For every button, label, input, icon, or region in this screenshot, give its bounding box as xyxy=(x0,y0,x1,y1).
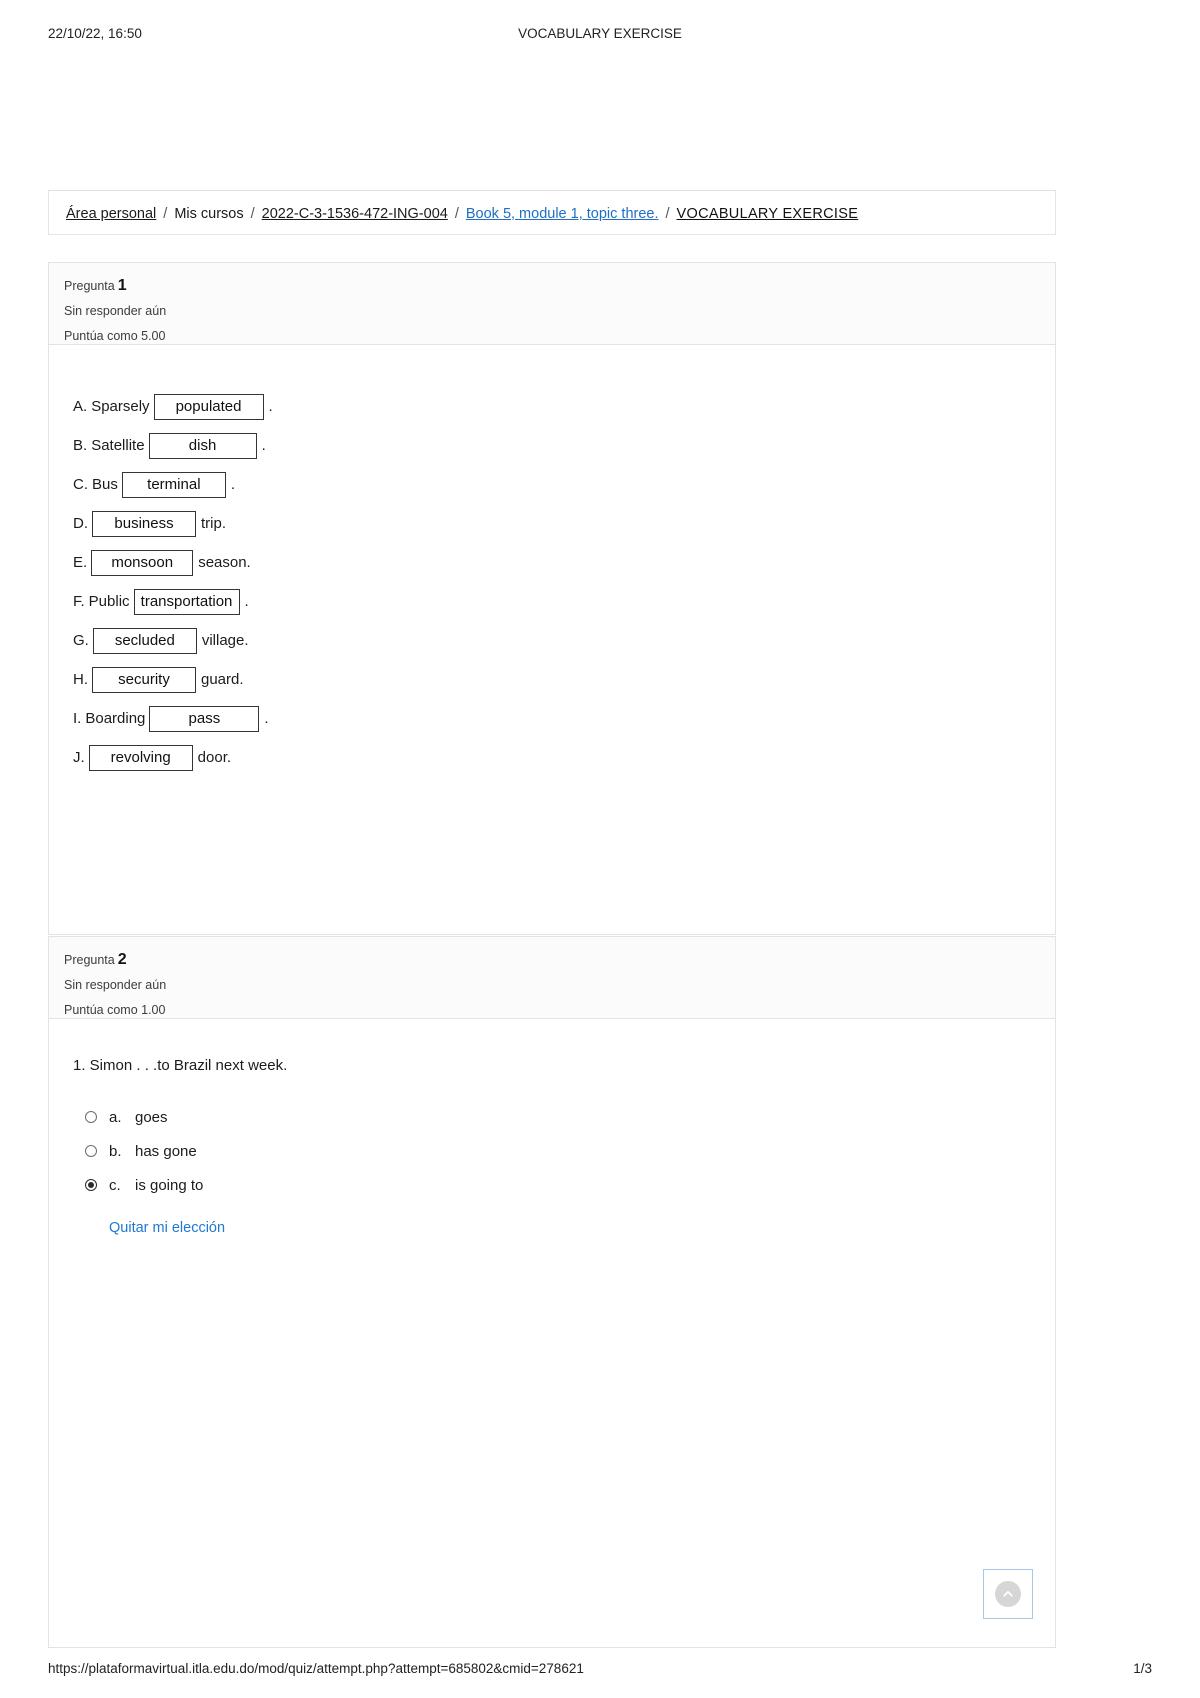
gapfill-answer-input[interactable]: dish xyxy=(148,432,257,459)
question-number-value-1: 1 xyxy=(117,277,127,294)
gapfill-suffix-text: . xyxy=(268,398,273,415)
gapfill-suffix-text: season. xyxy=(198,554,251,571)
breadcrumb-separator: / xyxy=(454,206,459,222)
gapfill-row: D. business trip. xyxy=(73,504,1055,543)
multichoice-option[interactable]: b. has gone xyxy=(73,1134,1055,1168)
gapfill-prefix-text: Satellite xyxy=(91,437,145,454)
gapfill-row: G. secluded village. xyxy=(73,621,1055,660)
question-grade-1: Puntúa como 5.00 xyxy=(64,329,166,343)
multichoice-option[interactable]: a. goes xyxy=(73,1100,1055,1134)
option-letter: a. xyxy=(109,1108,122,1126)
gapfill-suffix-text: village. xyxy=(201,632,249,649)
breadcrumb-item-2[interactable]: Mis cursos xyxy=(174,206,243,222)
radio-button-icon[interactable] xyxy=(85,1145,97,1157)
gapfill-row: F. Public transportation. xyxy=(73,582,1055,621)
gapfill-row: B. Satellite dish. xyxy=(73,426,1055,465)
gapfill-suffix-text: guard. xyxy=(201,671,244,688)
gapfill-item-letter: A. xyxy=(73,398,88,415)
question-body-2: 1. Simon . . .to Brazil next week. a. goe… xyxy=(49,1019,1055,1236)
gapfill-suffix-text: . xyxy=(244,593,249,610)
question-info-1: Pregunta 1 Sin responder aún Puntúa como … xyxy=(49,263,1055,345)
question-number-label-1: Pregunta 1 xyxy=(64,277,1055,295)
print-footer-url: https://plataformavirtual.itla.edu.do/mo… xyxy=(48,1661,584,1676)
print-page-title: VOCABULARY EXERCISE xyxy=(518,26,682,41)
question-info-2: Pregunta 2 Sin responder aún Puntúa como … xyxy=(49,937,1055,1019)
option-text: is going to xyxy=(135,1176,204,1194)
gapfill-answer-input[interactable]: populated xyxy=(153,393,264,420)
question-block-2: Pregunta 2 Sin responder aún Puntúa como … xyxy=(48,936,1056,1648)
option-text: has gone xyxy=(135,1142,197,1160)
radio-button-icon[interactable] xyxy=(85,1179,97,1191)
question-grade-2: Puntúa como 1.00 xyxy=(64,1003,166,1017)
gapfill-suffix-text: trip. xyxy=(201,515,227,532)
gapfill-item-letter: J. xyxy=(73,749,85,766)
gapfill-answer-input[interactable]: transportation xyxy=(133,588,240,615)
breadcrumb: Área personal / Mis cursos / 2022-C-3-1536-4… xyxy=(66,206,858,222)
gapfill-row: C. Bus terminal. xyxy=(73,465,1055,504)
gapfill-answer-input[interactable]: business xyxy=(92,510,196,537)
gapfill-answer-input[interactable]: secluded xyxy=(92,627,197,654)
gapfill-row: J. revolving door. xyxy=(73,738,1055,777)
gapfill-answer-input[interactable]: pass xyxy=(149,705,260,732)
gapfill-suffix-text: . xyxy=(264,710,269,727)
breadcrumb-card: Área personal / Mis cursos / 2022-C-3-1536-4… xyxy=(48,190,1056,235)
question-body-1: A. Sparsely populated. B. Satellite dish. C. Bu… xyxy=(49,345,1055,777)
gapfill-prefix-text: Public xyxy=(88,593,130,610)
chevron-up-icon xyxy=(995,1581,1021,1607)
gapfill-row: H. security guard. xyxy=(73,660,1055,699)
question-number-word-1: Pregunta xyxy=(64,279,115,293)
gapfill-row: A. Sparsely populated. xyxy=(73,387,1055,426)
question-stem-2: 1. Simon . . .to Brazil next week. xyxy=(73,1057,288,1074)
gapfill-item-letter: H. xyxy=(73,671,88,688)
breadcrumb-item-4[interactable]: Book 5, module 1, topic three. xyxy=(466,206,659,222)
breadcrumb-item-5: VOCABULARY EXERCISE xyxy=(676,206,859,222)
gapfill-list: A. Sparsely populated. B. Satellite dish. C. Bu… xyxy=(49,345,1055,777)
gapfill-prefix-text: Bus xyxy=(92,476,118,493)
gapfill-item-letter: F. xyxy=(73,593,85,610)
gapfill-item-letter: G. xyxy=(73,632,89,649)
question-number-value-2: 2 xyxy=(117,951,127,968)
breadcrumb-separator: / xyxy=(163,206,168,222)
gapfill-answer-input[interactable]: security xyxy=(92,666,196,693)
back-to-top-button[interactable] xyxy=(983,1569,1033,1619)
gapfill-answer-input[interactable]: terminal xyxy=(121,471,226,498)
gapfill-prefix-text: Boarding xyxy=(85,710,146,727)
clear-choice-link[interactable]: Quitar mi elección xyxy=(73,1220,1055,1236)
question-number-word-2: Pregunta xyxy=(64,953,115,967)
gapfill-suffix-text: . xyxy=(261,437,266,454)
breadcrumb-separator: / xyxy=(250,206,255,222)
gapfill-item-letter: B. xyxy=(73,437,88,454)
gapfill-prefix-text: Sparsely xyxy=(91,398,150,415)
question-number-label-2: Pregunta 2 xyxy=(64,951,1055,969)
breadcrumb-item-1[interactable]: Área personal xyxy=(66,206,156,222)
multichoice-answer-area: 1. Simon . . .to Brazil next week. a. goe… xyxy=(49,1019,1055,1236)
radio-button-icon[interactable] xyxy=(85,1111,97,1123)
gapfill-item-letter: D. xyxy=(73,515,88,532)
gapfill-suffix-text: door. xyxy=(197,749,232,766)
question-state-1: Sin responder aún xyxy=(64,304,167,318)
question-block-1: Pregunta 1 Sin responder aún Puntúa como … xyxy=(48,262,1056,935)
option-letter: c. xyxy=(109,1176,121,1194)
gapfill-item-letter: I. xyxy=(73,710,82,727)
multichoice-option[interactable]: c. is going to xyxy=(73,1168,1055,1202)
gapfill-answer-input[interactable]: revolving xyxy=(88,744,193,771)
gapfill-row: E. monsoon season. xyxy=(73,543,1055,582)
print-header: 22/10/22, 16:50 VOCABULARY EXERCISE xyxy=(0,26,1200,46)
multichoice-option-list: a. goes b. has gone c. is going to xyxy=(73,1100,1055,1202)
print-footer: https://plataformavirtual.itla.edu.do/mo… xyxy=(0,1661,1200,1681)
question-state-2: Sin responder aún xyxy=(64,978,167,992)
gapfill-row: I. Boarding pass. xyxy=(73,699,1055,738)
gapfill-answer-input[interactable]: monsoon xyxy=(91,549,194,576)
print-footer-page-number: 1/3 xyxy=(1133,1661,1152,1676)
gapfill-item-letter: E. xyxy=(73,554,88,571)
breadcrumb-item-3[interactable]: 2022-C-3-1536-472-ING-004 xyxy=(262,206,448,222)
option-letter: b. xyxy=(109,1142,122,1160)
option-text: goes xyxy=(135,1108,168,1126)
gapfill-item-letter: C. xyxy=(73,476,88,493)
breadcrumb-separator: / xyxy=(665,206,670,222)
gapfill-suffix-text: . xyxy=(230,476,236,493)
